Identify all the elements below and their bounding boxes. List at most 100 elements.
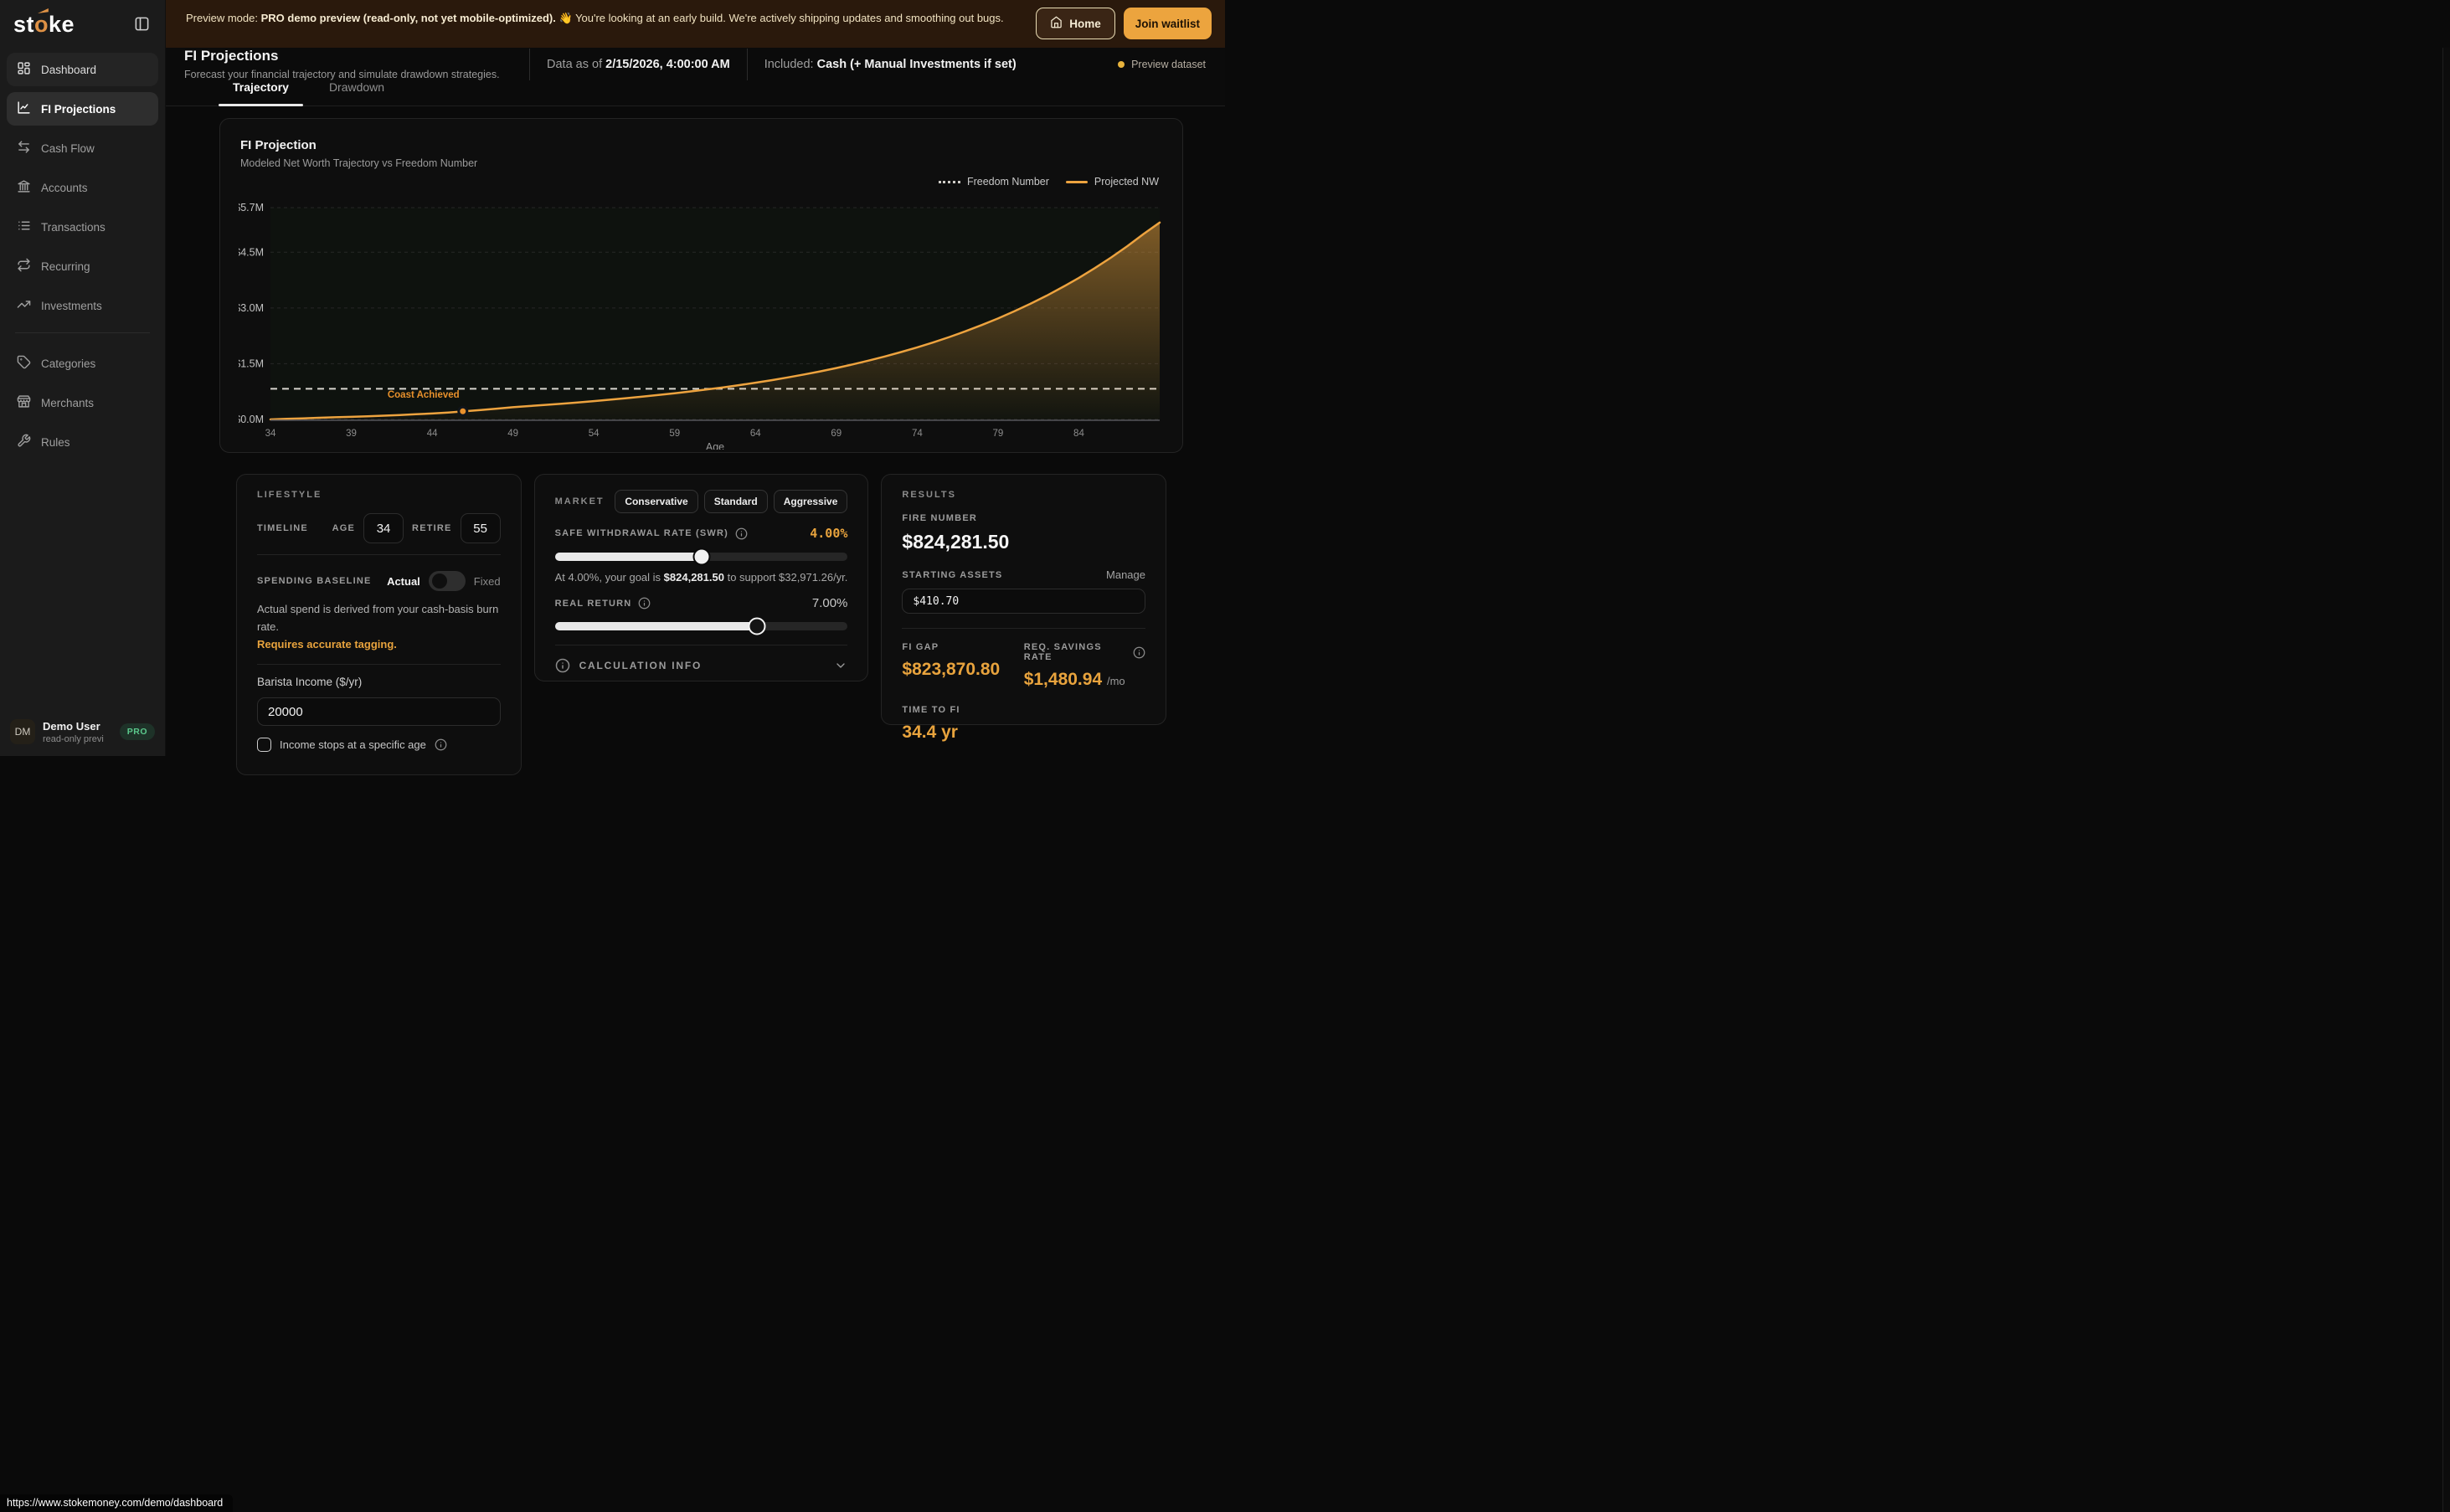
time-to-fi-label: TIME TO FI (902, 705, 1145, 715)
swr-value: 4.00% (810, 526, 847, 541)
wave-emoji: 👋 (558, 12, 572, 24)
fi-projection-chart[interactable]: $0.0M$1.5M$3.0M$4.5M$5.7M343944495459646… (239, 197, 1165, 450)
user-subtitle: read-only previ (43, 734, 112, 744)
sidebar-user[interactable]: DM Demo User read-only previ PRO (0, 711, 165, 756)
preview-dataset-indicator: Preview dataset (1118, 59, 1206, 70)
join-waitlist-button[interactable]: Join waitlist (1124, 8, 1212, 39)
svg-text:$0.0M: $0.0M (239, 414, 264, 425)
tagging-link[interactable]: Requires accurate tagging. (257, 638, 397, 651)
svg-text:$3.0M: $3.0M (239, 302, 264, 314)
sidebar-item-rules[interactable]: Rules (7, 425, 158, 459)
svg-text:$5.7M: $5.7M (239, 202, 264, 213)
svg-text:64: 64 (750, 429, 761, 439)
info-icon[interactable] (1133, 646, 1145, 659)
timeline-label: TIMELINE (257, 523, 308, 533)
svg-text:54: 54 (589, 429, 600, 439)
header-divider (747, 49, 748, 80)
legend-label: Projected NW (1094, 176, 1159, 188)
chart-title: FI Projection (240, 138, 1162, 152)
req-savings-label: REQ. SAVINGS RATE (1024, 642, 1126, 662)
sidebar-item-accounts[interactable]: Accounts (7, 171, 158, 204)
svg-text:39: 39 (346, 429, 357, 439)
stoke-logo[interactable]: stoke (13, 12, 75, 38)
svg-text:74: 74 (912, 429, 923, 439)
sidebar-nav: Dashboard FI Projections Cash Flow Accou… (0, 46, 165, 711)
preset-aggressive-button[interactable]: Aggressive (774, 490, 848, 513)
tab-drawdown[interactable]: Drawdown (315, 80, 399, 105)
sidebar-item-investments[interactable]: Investments (7, 289, 158, 322)
retire-input[interactable] (461, 513, 501, 543)
preset-conservative-button[interactable]: Conservative (615, 490, 697, 513)
arrows-left-right-icon (17, 140, 31, 157)
data-as-of: Data as of 2/15/2026, 4:00:00 AM (547, 58, 730, 71)
real-return-slider[interactable] (555, 622, 848, 630)
freedom-number-legend-icon (939, 181, 960, 183)
fire-number-label: FIRE NUMBER (902, 513, 1145, 523)
sidebar: stoke Dashboard FI Projections Cash Flow… (0, 0, 166, 756)
sidebar-item-label: Categories (41, 357, 95, 370)
starting-assets-input[interactable] (902, 589, 1145, 614)
page-subtitle: Forecast your financial trajectory and s… (184, 69, 512, 80)
line-chart-icon (17, 100, 31, 117)
projected-nw-legend-icon (1066, 181, 1088, 183)
svg-text:49: 49 (507, 429, 518, 439)
sidebar-item-categories[interactable]: Categories (7, 347, 158, 380)
info-icon[interactable] (435, 738, 447, 751)
sidebar-item-label: Dashboard (41, 64, 96, 76)
calculation-info-toggle[interactable]: CALCULATION INFO (555, 658, 848, 673)
tab-trajectory[interactable]: Trajectory (219, 80, 303, 105)
main-area: Preview mode: PRO demo preview (read-onl… (166, 0, 1225, 756)
spending-baseline-toggle[interactable] (429, 571, 466, 591)
swr-slider-knob[interactable] (692, 548, 710, 566)
svg-text:84: 84 (1073, 429, 1084, 439)
fi-gap-label: FI GAP (902, 642, 1023, 652)
svg-text:79: 79 (993, 429, 1004, 439)
content-area: FI Projection Modeled Net Worth Trajecto… (166, 106, 1225, 775)
svg-text:44: 44 (427, 429, 438, 439)
real-return-slider-knob[interactable] (748, 618, 765, 635)
fi-gap-value: $823,870.80 (902, 660, 1023, 680)
sidebar-item-cash-flow[interactable]: Cash Flow (7, 131, 158, 165)
swr-slider[interactable] (555, 553, 848, 561)
home-button[interactable]: Home (1036, 8, 1115, 39)
preset-standard-button[interactable]: Standard (704, 490, 768, 513)
toggle-option-actual[interactable]: Actual (387, 575, 420, 588)
info-icon[interactable] (638, 597, 651, 609)
spend-note: Actual spend is derived from your cash-b… (257, 601, 501, 653)
info-icon[interactable] (735, 527, 748, 540)
legend-label: Freedom Number (967, 176, 1049, 188)
age-input[interactable] (363, 513, 404, 543)
avatar: DM (10, 719, 35, 744)
swr-label: SAFE WITHDRAWAL RATE (SWR) (555, 528, 728, 538)
logo-text-pre: st (13, 12, 34, 37)
sidebar-item-label: Transactions (41, 221, 106, 234)
logo-accent-letter: o (34, 12, 49, 38)
chart-legend: Freedom Number Projected NW (939, 176, 1159, 188)
market-panel: MARKET Conservative Standard Aggressive … (534, 474, 869, 681)
page-title: FI Projections (184, 48, 512, 64)
sidebar-item-label: FI Projections (41, 103, 116, 116)
results-panel: RESULTS FIRE NUMBER $824,281.50 STARTING… (881, 474, 1166, 725)
sidebar-collapse-button[interactable] (132, 14, 152, 36)
app-window: stoke Dashboard FI Projections Cash Flow… (0, 0, 1225, 756)
sidebar-item-label: Rules (41, 436, 70, 449)
pro-badge: PRO (120, 723, 155, 740)
sidebar-item-recurring[interactable]: Recurring (7, 249, 158, 283)
svg-text:Age: Age (706, 441, 724, 450)
sidebar-logo-row: stoke (0, 0, 165, 46)
sidebar-item-transactions[interactable]: Transactions (7, 210, 158, 244)
scrollbar-track[interactable] (2442, 48, 2450, 1512)
sidebar-item-label: Recurring (41, 260, 90, 273)
header-divider (529, 49, 530, 80)
toggle-option-fixed[interactable]: Fixed (474, 575, 501, 588)
manage-link[interactable]: Manage (1106, 568, 1145, 581)
lifestyle-panel: LIFESTYLE TIMELINE AGE RETIRE SPENDING B… (236, 474, 522, 775)
sidebar-item-merchants[interactable]: Merchants (7, 386, 158, 419)
barista-income-input[interactable] (257, 697, 501, 726)
income-stops-checkbox[interactable] (257, 738, 271, 752)
sidebar-item-dashboard[interactable]: Dashboard (7, 53, 158, 86)
user-name: Demo User (43, 720, 112, 733)
sidebar-item-fi-projections[interactable]: FI Projections (7, 92, 158, 126)
real-return-value: 7.00% (812, 596, 848, 610)
fire-number-value: $824,281.50 (902, 531, 1145, 553)
